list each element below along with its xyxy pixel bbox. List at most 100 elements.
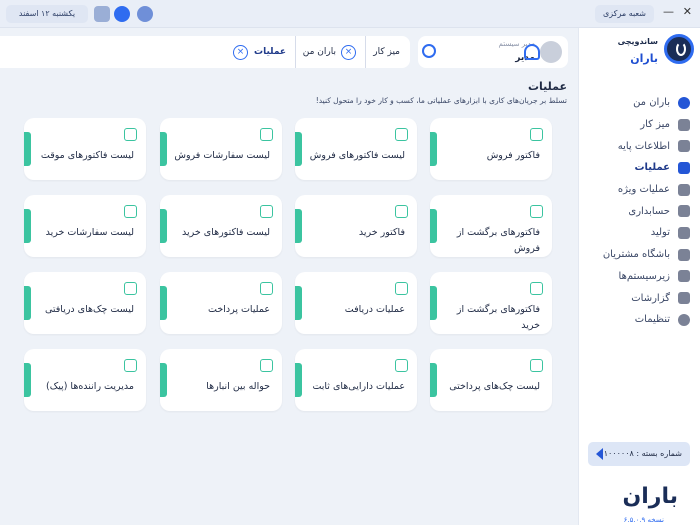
basket-icon: [260, 128, 273, 141]
close-icon[interactable]: ×: [341, 45, 356, 60]
headset-icon[interactable]: [114, 6, 130, 22]
date-button[interactable]: یکشنبه ۱۲ اسفند: [6, 5, 88, 23]
card-accent: [295, 132, 302, 166]
gear-icon: [678, 313, 690, 326]
card-purchase-invoices-list[interactable]: لیست فاکتورهای خرید: [160, 195, 282, 257]
card-purchase-invoice[interactable]: فاکتور خرید: [295, 195, 417, 257]
layers-icon: [678, 270, 690, 283]
card-accent: [24, 363, 31, 397]
card-accent: [430, 363, 437, 397]
search-icon[interactable]: [422, 44, 436, 58]
card-label: لیست فاکتورهای فروش: [309, 150, 405, 161]
sidebar-item-label: حسابداری: [628, 205, 670, 217]
card-temp-invoices-list[interactable]: لیست فاکتورهای موقت: [24, 118, 146, 180]
sidebar-item-label: اطلاعات پایه: [617, 140, 670, 152]
tab-operations[interactable]: عملیات: [254, 36, 286, 68]
sidebar-item-label: عملیات ویژه: [617, 184, 670, 196]
avatar[interactable]: [540, 41, 562, 63]
card-accent: [295, 363, 302, 397]
cheque-icon: [530, 359, 543, 372]
baran-logo-icon: [678, 96, 690, 109]
card-purchase-orders-list[interactable]: لیست سفارشات خرید: [24, 195, 146, 257]
sidebar-item-label: تنظیمات: [634, 314, 670, 326]
invoice-list-icon: [395, 128, 408, 141]
bar-chart-icon: [678, 292, 690, 305]
card-warehouse-transfer[interactable]: حواله بین انبارها: [160, 349, 282, 411]
card-accent: [160, 209, 167, 243]
card-label: عملیات دریافت: [344, 304, 405, 315]
branch-button[interactable]: شعبه مرکزی: [595, 5, 654, 23]
bell-icon[interactable]: [524, 44, 540, 60]
card-paid-cheques-list[interactable]: لیست چک‌های پرداختی: [430, 349, 552, 411]
card-receipt-operations[interactable]: عملیات دریافت: [295, 272, 417, 334]
card-label: فاکتورهای برگشت از خرید: [456, 304, 540, 331]
sidebar-item-base-info[interactable]: اطلاعات پایه: [578, 135, 700, 157]
tab-separator: [295, 36, 296, 68]
card-sales-returns[interactable]: فاکتورهای برگشت از فروش: [430, 195, 552, 257]
cart-icon: [124, 205, 137, 218]
tab-desk[interactable]: میز کار: [373, 36, 400, 68]
card-accent: [24, 209, 31, 243]
sidebar-item-accounting[interactable]: حسابداری: [578, 200, 700, 222]
return-icon: [530, 282, 543, 295]
brand-name: باران: [630, 52, 658, 65]
card-sales-invoices-list[interactable]: لیست فاکتورهای فروش: [295, 118, 417, 180]
sidebar-item-production[interactable]: تولید: [578, 222, 700, 244]
card-fixed-assets-operations[interactable]: عملیات دارایی‌های ثابت: [295, 349, 417, 411]
card-label: لیست فاکتورهای خرید: [181, 227, 270, 238]
card-accent: [24, 132, 31, 166]
tabs-bar: میز کار باران من × عملیات ×: [0, 36, 410, 68]
card-accent: [295, 209, 302, 243]
sidebar-item-subsystems[interactable]: زیرسیستم‌ها: [578, 266, 700, 288]
close-icon[interactable]: ✕: [683, 4, 692, 20]
card-label: لیست سفارشات فروش: [174, 150, 270, 161]
bottom-logo: باران: [622, 484, 678, 509]
card-drivers-management[interactable]: مدیریت راننده‌ها (پیک): [24, 349, 146, 411]
card-accent: [160, 363, 167, 397]
close-icon[interactable]: ×: [233, 45, 248, 60]
cart-icon: [260, 205, 273, 218]
card-sales-orders-list[interactable]: لیست سفارشات فروش: [160, 118, 282, 180]
brand-subtitle: ساندویچی: [617, 37, 658, 46]
card-label: حواله بین انبارها: [206, 381, 270, 392]
sidebar-item-label: زیرسیستم‌ها: [618, 270, 670, 282]
sidebar-item-reports[interactable]: گزارشات: [578, 287, 700, 309]
sidebar-item-my-baran[interactable]: باران من: [578, 92, 700, 114]
box-icon: [678, 226, 690, 239]
sidebar-item-label: باشگاه مشتریان: [602, 249, 670, 261]
sidebar-item-operations[interactable]: عملیات: [578, 157, 700, 179]
card-accent: [430, 209, 437, 243]
sidebar-item-desk[interactable]: میز کار: [578, 114, 700, 136]
card-label: فاکتور فروش: [486, 150, 540, 161]
tab-my-baran[interactable]: باران من: [303, 36, 336, 68]
grid-icon: [678, 161, 690, 174]
sidebar-item-label: گزارشات: [631, 292, 670, 304]
users-icon: [678, 248, 690, 261]
question-icon[interactable]: [137, 6, 153, 22]
card-label: عملیات پرداخت: [208, 304, 270, 315]
package-number-box[interactable]: شماره بسته : ۱۰۰۰۰۰۸: [588, 442, 690, 466]
card-label: لیست چک‌های دریافتی: [44, 304, 134, 315]
wallet-in-icon: [395, 282, 408, 295]
lock-icon[interactable]: [94, 6, 110, 22]
sidebar-item-customer-club[interactable]: باشگاه مشتریان: [578, 244, 700, 266]
card-accent: [430, 286, 437, 320]
baran-logo-icon: [664, 34, 694, 64]
minimize-icon[interactable]: —: [663, 4, 674, 20]
tab-separator: [365, 36, 366, 68]
user-box[interactable]: مدیر سیستم مدیر: [418, 36, 568, 68]
sidebar-item-special-operations[interactable]: عملیات ویژه: [578, 179, 700, 201]
version-label: نسخه ۶.۵.۰.۹: [623, 516, 664, 524]
card-purchase-returns[interactable]: فاکتورهای برگشت از خرید: [430, 272, 552, 334]
top-bar: ✕ — شعبه مرکزی یکشنبه ۱۲ اسفند: [0, 0, 700, 28]
transfer-icon: [260, 359, 273, 372]
card-sales-invoice[interactable]: فاکتور فروش: [430, 118, 552, 180]
sidebar-item-settings[interactable]: تنظیمات: [578, 309, 700, 331]
card-label: فاکتور خرید: [358, 227, 405, 238]
sidebar-item-label: عملیات: [634, 162, 670, 174]
scooter-icon: [124, 359, 137, 372]
card-payment-operations[interactable]: عملیات پرداخت: [160, 272, 282, 334]
card-label: عملیات دارایی‌های ثابت: [312, 381, 405, 392]
document-icon: [124, 128, 137, 141]
card-received-cheques-list[interactable]: لیست چک‌های دریافتی: [24, 272, 146, 334]
